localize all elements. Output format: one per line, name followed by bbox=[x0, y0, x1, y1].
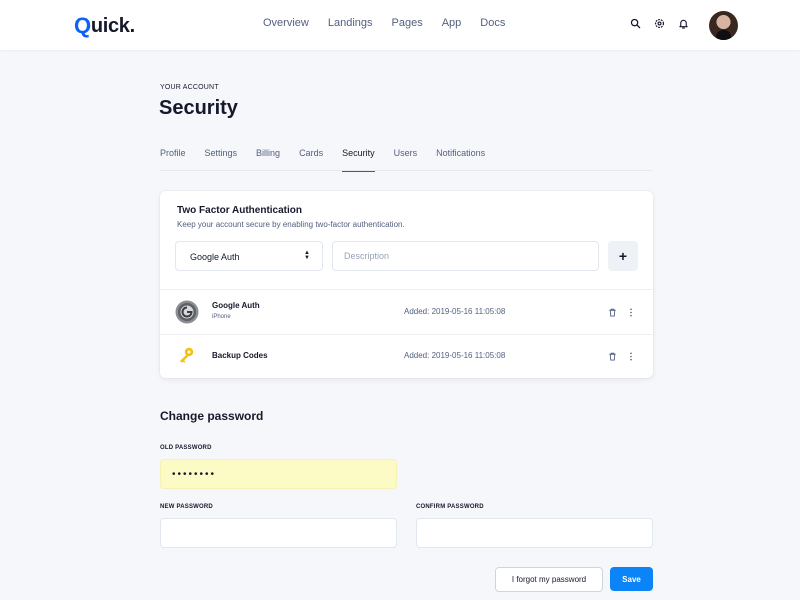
more-vertical-icon[interactable] bbox=[629, 352, 633, 361]
old-password-label: OLD PASSWORD bbox=[160, 445, 212, 451]
trash-icon[interactable] bbox=[608, 308, 617, 317]
logo-text-rest: uick bbox=[90, 14, 130, 37]
tab-notifications[interactable]: Notifications bbox=[436, 148, 485, 171]
two-factor-title: Two Factor Authentication bbox=[177, 205, 302, 216]
main-nav: Overview Landings Pages App Docs bbox=[263, 17, 505, 29]
tab-billing[interactable]: Billing bbox=[256, 148, 280, 171]
tab-profile[interactable]: Profile bbox=[160, 148, 186, 171]
forgot-password-button[interactable]: I forgot my password bbox=[495, 567, 603, 592]
tab-cards[interactable]: Cards bbox=[299, 148, 323, 171]
page-title: Security bbox=[159, 97, 238, 119]
nav-overview[interactable]: Overview bbox=[263, 17, 309, 29]
old-password-field[interactable] bbox=[160, 459, 397, 489]
avatar[interactable] bbox=[709, 11, 738, 40]
two-factor-subtitle: Keep your account secure by enabling two… bbox=[177, 220, 405, 229]
logo-mark: Q bbox=[74, 13, 91, 38]
tab-users[interactable]: Users bbox=[394, 148, 418, 171]
logo-dot: . bbox=[129, 14, 136, 37]
change-password-title: Change password bbox=[160, 409, 264, 423]
add-method-button[interactable]: + bbox=[608, 241, 638, 271]
nav-landings[interactable]: Landings bbox=[328, 17, 373, 29]
nav-app[interactable]: App bbox=[442, 17, 462, 29]
header-actions bbox=[630, 18, 689, 29]
new-password-field[interactable] bbox=[160, 518, 397, 548]
select-arrows-icon: ▲ ▼ bbox=[304, 250, 310, 261]
method-name: Google Auth bbox=[212, 301, 260, 310]
more-vertical-icon[interactable] bbox=[629, 308, 633, 317]
google-auth-icon bbox=[175, 300, 199, 324]
description-input[interactable] bbox=[332, 241, 599, 271]
gear-icon[interactable] bbox=[654, 18, 665, 29]
nav-pages[interactable]: Pages bbox=[392, 17, 423, 29]
confirm-password-label: CONFIRM PASSWORD bbox=[416, 504, 484, 510]
key-icon bbox=[180, 347, 194, 363]
search-icon[interactable] bbox=[630, 18, 641, 29]
method-device: iPhone bbox=[212, 314, 231, 320]
method-added: Added: 2019-05-16 11:05:08 bbox=[404, 351, 506, 360]
logo[interactable]: Quick. bbox=[74, 13, 135, 39]
account-tabs: Profile Settings Billing Cards Security … bbox=[160, 148, 653, 172]
method-name: Backup Codes bbox=[212, 351, 268, 360]
tab-settings[interactable]: Settings bbox=[205, 148, 238, 171]
page-eyebrow: YOUR ACCOUNT bbox=[160, 84, 219, 91]
trash-icon[interactable] bbox=[608, 352, 617, 361]
auth-method-value: Google Auth bbox=[190, 252, 240, 262]
tab-security[interactable]: Security bbox=[342, 148, 375, 172]
top-navbar: Quick. Overview Landings Pages App Docs bbox=[0, 0, 800, 50]
nav-docs[interactable]: Docs bbox=[480, 17, 505, 29]
new-password-label: NEW PASSWORD bbox=[160, 504, 213, 510]
confirm-password-field[interactable] bbox=[416, 518, 653, 548]
list-item: Google Auth iPhone Added: 2019-05-16 11:… bbox=[160, 290, 653, 334]
bell-icon[interactable] bbox=[678, 18, 689, 29]
method-added: Added: 2019-05-16 11:05:08 bbox=[404, 307, 506, 316]
two-factor-card: Two Factor Authentication Keep your acco… bbox=[160, 191, 653, 378]
list-item: Backup Codes Added: 2019-05-16 11:05:08 bbox=[160, 334, 653, 378]
auth-method-select[interactable]: Google Auth ▲ ▼ bbox=[175, 241, 323, 271]
save-button[interactable]: Save bbox=[610, 567, 653, 591]
